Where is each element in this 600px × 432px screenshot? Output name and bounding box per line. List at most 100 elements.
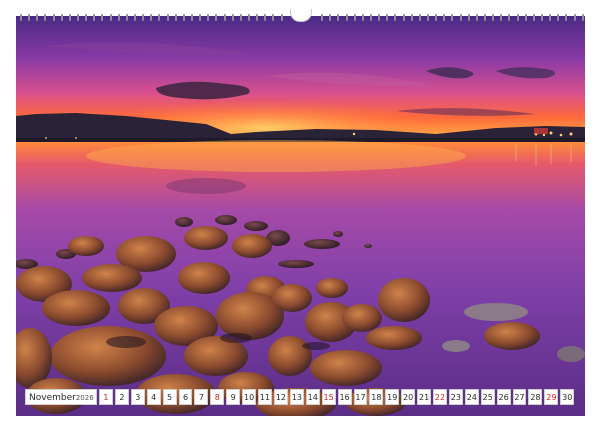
binding-ring: [93, 13, 96, 21]
day-cell: 11: [258, 389, 272, 405]
day-cell: 18: [369, 389, 384, 405]
date-strip: November 2026 1 2 3 4 5 6 7 8 9 10 11 12 13 14 15 16 17 1…: [25, 389, 575, 405]
day-cell: 19: [385, 389, 400, 405]
binding-ring: [475, 13, 478, 21]
binding-ring: [549, 13, 552, 21]
binding-ring: [484, 13, 487, 21]
binding-ring: [280, 13, 283, 21]
day-cell: 21: [417, 389, 432, 405]
binding-ring: [541, 13, 543, 21]
binding-ring: [516, 13, 519, 21]
binding-ring: [199, 13, 202, 21]
binding-ring: [353, 13, 356, 21]
binding-ring: [443, 13, 446, 21]
binding-ring: [565, 13, 568, 21]
day-cell: 15: [321, 389, 336, 405]
binding-ring: [20, 13, 22, 21]
binding-ring: [573, 13, 576, 21]
month-year: 2026: [75, 394, 94, 402]
binding-ring: [264, 13, 267, 21]
binding-ring: [76, 13, 79, 21]
binding-ring: [272, 13, 275, 21]
binding-ring: [207, 13, 210, 21]
binding-ring: [394, 13, 397, 21]
binding-ring: [427, 13, 430, 21]
binding-ring: [52, 13, 55, 21]
binding-ring: [223, 13, 226, 21]
day-cell: 25: [480, 389, 495, 405]
binding-ring: [532, 13, 535, 21]
binding-ring: [337, 13, 340, 21]
binding-ring: [28, 13, 31, 21]
day-cell: 24: [464, 389, 479, 405]
day-cell: 7: [194, 389, 209, 405]
day-cell: 23: [448, 389, 463, 405]
binding-ring: [345, 13, 348, 21]
month-label-box: November 2026: [25, 389, 97, 405]
binding-ring: [190, 13, 193, 21]
day-cell: 3: [130, 389, 145, 405]
day-cell: 20: [401, 389, 416, 405]
binding-ring: [256, 13, 259, 21]
binding-ring: [150, 13, 153, 21]
binding-ring: [231, 13, 234, 21]
day-cell: 2: [114, 389, 129, 405]
binding-ring: [402, 13, 405, 21]
binding-ring: [68, 13, 71, 21]
day-cell: 4: [146, 389, 161, 405]
day-cell: 16: [337, 389, 352, 405]
binding-ring: [247, 13, 250, 21]
day-cell: 1: [99, 389, 113, 405]
binding-ring: [451, 13, 454, 21]
binding-ring: [239, 13, 242, 21]
month-name: November: [29, 393, 76, 403]
day-cell: 8: [210, 389, 225, 405]
photo: [16, 16, 585, 416]
binding-ring: [557, 13, 560, 21]
day-cell: 6: [178, 389, 193, 405]
binding-ring: [117, 13, 120, 21]
day-cell: 27: [512, 389, 527, 405]
binding-ring: [101, 13, 104, 21]
binding-ring: [410, 13, 413, 21]
day-cell: 9: [226, 389, 241, 405]
binding-ring: [418, 13, 421, 21]
binding-ring: [215, 13, 218, 21]
binding-ring: [142, 13, 145, 21]
day-cell: 22: [433, 389, 447, 405]
binding-ring: [581, 13, 584, 21]
binding-ring: [361, 13, 364, 21]
day-cell: 17: [353, 389, 368, 405]
binding-ring: [174, 13, 177, 21]
binding-ring: [321, 13, 324, 21]
binding-ring: [524, 13, 527, 21]
binding-ring: [158, 13, 161, 21]
binding-ring: [109, 13, 112, 21]
binding-ring: [85, 13, 88, 21]
binding-ring: [500, 13, 503, 21]
binding-ring: [435, 13, 438, 21]
day-cell: 30: [560, 389, 575, 405]
binding-ring: [492, 13, 495, 21]
day-cell: 29: [544, 389, 559, 405]
binding-ring: [386, 13, 389, 21]
day-cell: 26: [496, 389, 511, 405]
binding-ring: [44, 13, 47, 21]
day-cell: 28: [528, 389, 543, 405]
binding-ring: [378, 13, 381, 21]
binding-ring: [36, 13, 39, 21]
day-cell: 14: [305, 389, 320, 405]
binding-ring: [508, 13, 511, 21]
binding-ring: [329, 13, 332, 21]
calendar-page: November 2026 1 2 3 4 5 6 7 8 9 10 11 12 13 14 15 16 17 1…: [0, 0, 600, 432]
binding-ring: [182, 13, 185, 21]
sunset-lake-image: [16, 16, 585, 416]
binding-ring: [370, 13, 373, 21]
day-cell: 5: [162, 389, 177, 405]
binding-ring: [60, 13, 63, 21]
day-cell: 13: [289, 389, 304, 405]
binding-ring: [166, 13, 169, 21]
binding-ring: [467, 13, 470, 21]
day-cell: 10: [242, 389, 257, 405]
binding-ring: [133, 13, 136, 21]
